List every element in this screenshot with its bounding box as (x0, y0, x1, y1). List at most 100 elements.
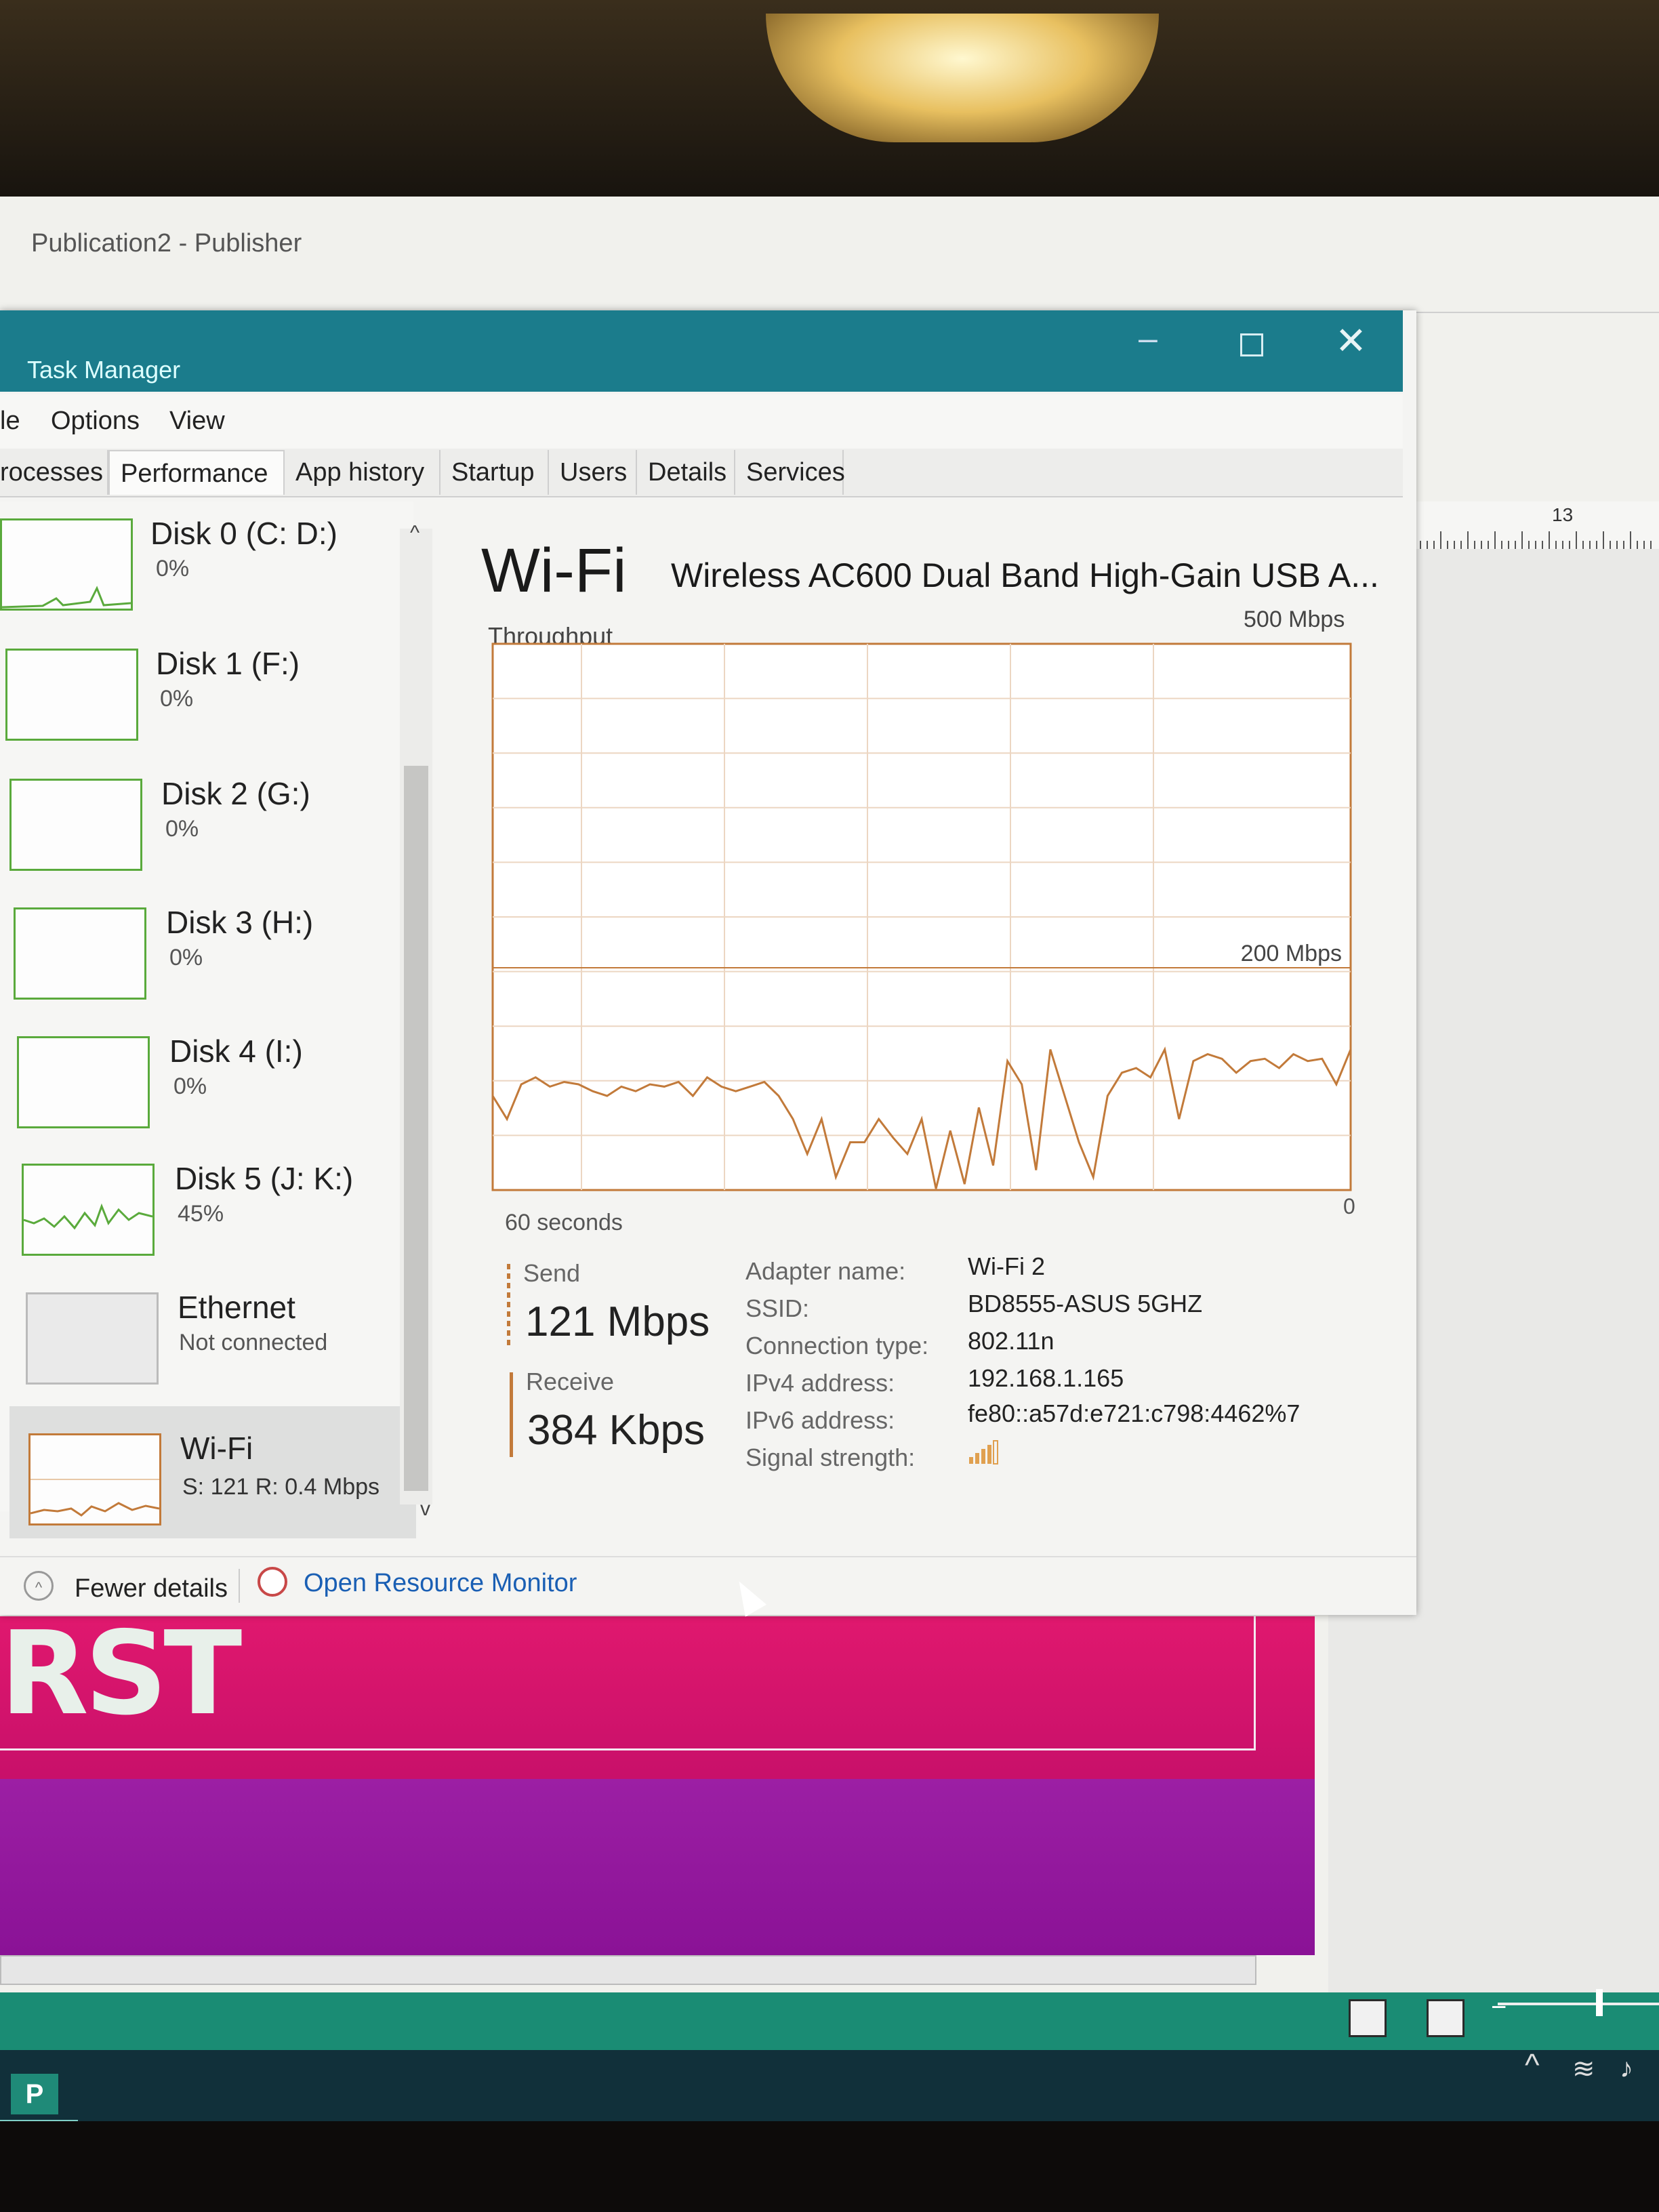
send-label: Send (523, 1259, 581, 1287)
tab-users[interactable]: Users (549, 450, 637, 495)
tab-services[interactable]: Services (735, 450, 845, 495)
ruler-tick (1596, 541, 1597, 549)
ruler-tick (1616, 541, 1618, 549)
disk-2-thumbnail (9, 779, 142, 871)
throughput-graph: 200 Mbps (491, 642, 1352, 1191)
volume-icon[interactable]: ♪ (1620, 2053, 1633, 2084)
ruler-number: 13 (1552, 504, 1574, 525)
ruler-tick (1650, 541, 1652, 549)
ruler-tick (1420, 541, 1421, 549)
disk-1-thumbnail (5, 649, 138, 741)
ruler-tick (1488, 541, 1489, 549)
ruler-tick (1542, 541, 1543, 549)
ruler-tick (1440, 531, 1441, 549)
tab-performance[interactable]: Performance (108, 450, 285, 495)
tab-processes[interactable]: rocesses (0, 450, 108, 495)
open-resource-monitor-link[interactable]: Open Resource Monitor (304, 1569, 577, 1598)
zoom-slider[interactable] (1498, 2003, 1659, 2005)
sidebar-item-ethernet[interactable]: Ethernet Not connected (0, 1289, 400, 1411)
sidebar-item-wifi[interactable]: Wi-Fi S: 121 R: 0.4 Mbps (9, 1406, 416, 1538)
sidebar-item-label: Disk 1 (F:) (156, 646, 300, 681)
ruler-tick (1447, 541, 1448, 549)
chevron-up-icon[interactable]: ^ (1525, 2047, 1540, 2083)
ruler-tick (1623, 541, 1624, 549)
ruler-tick (1460, 541, 1462, 549)
send-value: 121 Mbps (525, 1298, 710, 1345)
ruler-tick (1467, 531, 1469, 549)
signal-strength-icon (969, 1440, 998, 1465)
receive-value: 384 Kbps (527, 1407, 705, 1454)
ruler-tick (1589, 541, 1591, 549)
ruler-tick (1454, 541, 1455, 549)
publisher-status-bar (0, 1992, 1659, 2050)
zoom-slider-thumb[interactable] (1596, 1989, 1603, 2016)
sidebar-item-value: 0% (165, 816, 199, 842)
property-value: Wi-Fi 2 (968, 1252, 1045, 1280)
tab-startup[interactable]: Startup (441, 450, 549, 495)
publisher-taskbar-icon[interactable]: P (11, 2074, 58, 2114)
graph-max-label: 500 Mbps (1244, 607, 1345, 632)
receive-label: Receive (526, 1368, 615, 1395)
publisher-window-title: Publication2 - Publisher (31, 229, 302, 258)
performance-sidebar: Disk 0 (C: D:) 0% Disk 1 (F:) 0% Disk 2 … (0, 501, 416, 1538)
ruler-tick (1481, 541, 1482, 549)
sidebar-item-disk-3[interactable]: Disk 3 (H:) 0% (0, 904, 400, 1026)
wifi-icon[interactable]: ≋ (1572, 2053, 1595, 2085)
ruler-tick (1528, 541, 1530, 549)
ruler-tick (1637, 541, 1638, 549)
minimize-icon[interactable]: – (1139, 319, 1158, 358)
sidebar-scrollbar-thumb[interactable] (404, 766, 428, 1491)
ruler-tick (1576, 531, 1577, 549)
disk-4-thumbnail (17, 1036, 150, 1128)
window-title: Task Manager (27, 356, 181, 384)
sidebar-item-label: Wi-Fi (180, 1431, 253, 1466)
two-page-view-icon[interactable] (1427, 1999, 1465, 2037)
send-legend-marker (507, 1264, 510, 1349)
publication-purple-band[interactable] (0, 1779, 1315, 1955)
ruler-tick (1643, 541, 1645, 549)
sidebar-item-label: Disk 5 (J: K:) (175, 1161, 354, 1196)
close-icon[interactable]: ✕ (1335, 319, 1367, 363)
sidebar-item-disk-2[interactable]: Disk 2 (G:) 0% (0, 775, 400, 897)
sidebar-item-label: Disk 3 (H:) (166, 905, 314, 940)
tab-app-history[interactable]: App history (285, 450, 441, 495)
scroll-down-icon[interactable]: v (420, 1498, 430, 1521)
sidebar-item-label: Ethernet (178, 1290, 295, 1325)
property-key: Adapter name: (745, 1257, 906, 1285)
taskbar (0, 2050, 1659, 2125)
ruler-tick (1555, 541, 1557, 549)
sidebar-item-disk-4[interactable]: Disk 4 (I:) 0% (0, 1033, 400, 1155)
single-page-view-icon[interactable] (1349, 1999, 1387, 2037)
resource-monitor-icon[interactable] (258, 1567, 287, 1597)
ruler-tick (1569, 541, 1570, 549)
ruler-tick (1610, 541, 1611, 549)
ruler-tick (1535, 541, 1536, 549)
divider (239, 1569, 240, 1603)
scroll-up-icon[interactable]: ^ (400, 522, 430, 545)
maximize-icon[interactable] (1240, 333, 1263, 356)
ruler-tick (1515, 541, 1516, 549)
chevron-up-icon[interactable]: ^ (24, 1571, 54, 1601)
zoom-out-icon[interactable]: − (1491, 1992, 1507, 2023)
graph-x-label: 60 seconds (505, 1210, 623, 1235)
menu-view[interactable]: View (169, 407, 225, 436)
sidebar-item-value: 0% (169, 945, 203, 970)
property-value: 192.168.1.165 (968, 1364, 1124, 1392)
sidebar-item-disk-0[interactable]: Disk 0 (C: D:) 0% (0, 515, 400, 637)
sidebar-item-disk-1[interactable]: Disk 1 (F:) 0% (0, 645, 400, 767)
menu-options[interactable]: Options (51, 407, 140, 436)
horizontal-ruler[interactable] (1406, 501, 1659, 550)
property-value: BD8555-ASUS 5GHZ (968, 1290, 1203, 1317)
menu-file[interactable]: le (0, 407, 20, 436)
property-key: Connection type: (745, 1332, 929, 1359)
task-manager-titlebar[interactable] (0, 310, 1403, 392)
property-value: fe80::a57d:e721:c798:4462%7 (968, 1399, 1300, 1427)
sidebar-item-disk-5[interactable]: Disk 5 (J: K:) 45% (0, 1160, 400, 1282)
tab-details[interactable]: Details (637, 450, 735, 495)
sidebar-item-value: 0% (173, 1073, 207, 1099)
ruler-tick (1630, 531, 1631, 549)
horizontal-scrollbar[interactable] (0, 1955, 1256, 1985)
fewer-details-link[interactable]: Fewer details (75, 1574, 228, 1603)
property-key: IPv6 address: (745, 1406, 895, 1434)
monitor-bezel (0, 2121, 1659, 2212)
